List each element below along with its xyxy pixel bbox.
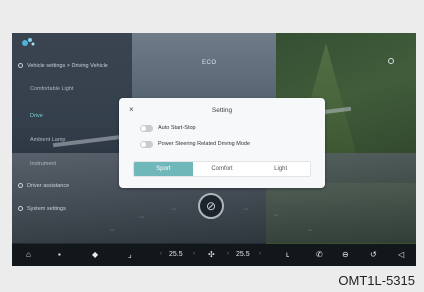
home-icon[interactable]: ⌂ [26,250,31,260]
gear-icon [18,206,23,211]
temp-left-up-icon[interactable]: › [193,251,195,257]
temp-right-value: 25.5 [236,251,250,258]
option-auto-start-stop[interactable]: Auto Start-Stop [140,124,196,132]
figure-caption: OMT1L-5315 [338,273,415,288]
driving-mode-selector: Sport Comfort Light [133,161,311,177]
steering-icon [18,183,23,188]
seat-icon[interactable]: ◦◦ [308,228,312,234]
menu-item-instrument[interactable]: Instrument [30,161,56,167]
mode-light-button[interactable]: Light [251,162,310,176]
menu-item-comfortable-light[interactable]: Comfortable Light [30,86,73,92]
dialog-title: Setting [211,107,233,114]
mode-sport-button[interactable]: Sport [134,162,193,176]
seat-heat-icon[interactable]: ʟ [286,250,289,260]
menu-item-system-settings[interactable]: System settings [18,206,66,212]
infotainment-screen: ECO Vehicle settings > Driving Vehicle C… [12,33,416,266]
defrost-icon[interactable]: ⊖ [342,250,349,260]
option-power-steering[interactable]: Power Steering Related Driving Mode [140,140,250,148]
drive-mode-label: ECO [202,60,217,66]
figure-frame: ECO Vehicle settings > Driving Vehicle C… [0,0,424,292]
mode-comfort-button[interactable]: Comfort [193,162,252,176]
menu-item-vehicle-settings[interactable]: Vehicle settings > Driving Vehicle [18,63,108,69]
auto-start-stop-toggle[interactable] [140,124,153,132]
power-steering-toggle[interactable] [140,140,153,148]
seat-heat-icon[interactable]: ◦◦ [274,213,278,219]
seat-icon[interactable]: ◦◦ [110,228,114,234]
bottom-control-bar: ⌂ ▪ ◆ ⌟ ‹ 25.5 › ✣ ‹ 25.5 › ʟ ✆ ⊖ ↺ ◁ [12,244,416,266]
grid-icon[interactable]: ▪ [58,250,61,260]
temp-right-down-icon[interactable]: ‹ [227,251,229,257]
option-label: Power Steering Related Driving Mode [158,141,251,147]
seat-icon[interactable]: ⌟ [128,250,132,260]
ventilation-icon[interactable]: ◦◦ [244,207,248,213]
setting-dialog: × Setting Auto Start-Stop Power Steering… [119,98,325,188]
car-icon [18,63,23,68]
phone-icon[interactable]: ✆ [316,250,323,260]
settings-menu: Vehicle settings > Driving Vehicle Comfo… [12,33,132,243]
seat-heat-icon[interactable]: ◦◦ [140,215,144,221]
menu-item-ambient-lamp[interactable]: Ambient Lamp [30,137,65,143]
drive-mode-dial-icon[interactable]: ⊘ [198,193,224,219]
temp-left-down-icon[interactable]: ‹ [160,251,162,257]
settings-gear-icon[interactable] [388,58,394,64]
menu-item-drive[interactable]: Drive [30,113,43,119]
recirculation-icon[interactable]: ↺ [370,250,377,260]
volume-icon[interactable]: ◁ [398,250,404,260]
car-icon[interactable]: ◆ [92,250,98,260]
fan-icon[interactable]: ✣ [208,250,215,260]
option-label: Auto Start-Stop [158,125,196,131]
ventilation-icon[interactable]: ◦◦ [172,207,176,213]
menu-item-driver-assistance[interactable]: Driver assistance [18,183,69,189]
temp-left-value: 25.5 [169,251,183,258]
temp-right-up-icon[interactable]: › [259,251,261,257]
